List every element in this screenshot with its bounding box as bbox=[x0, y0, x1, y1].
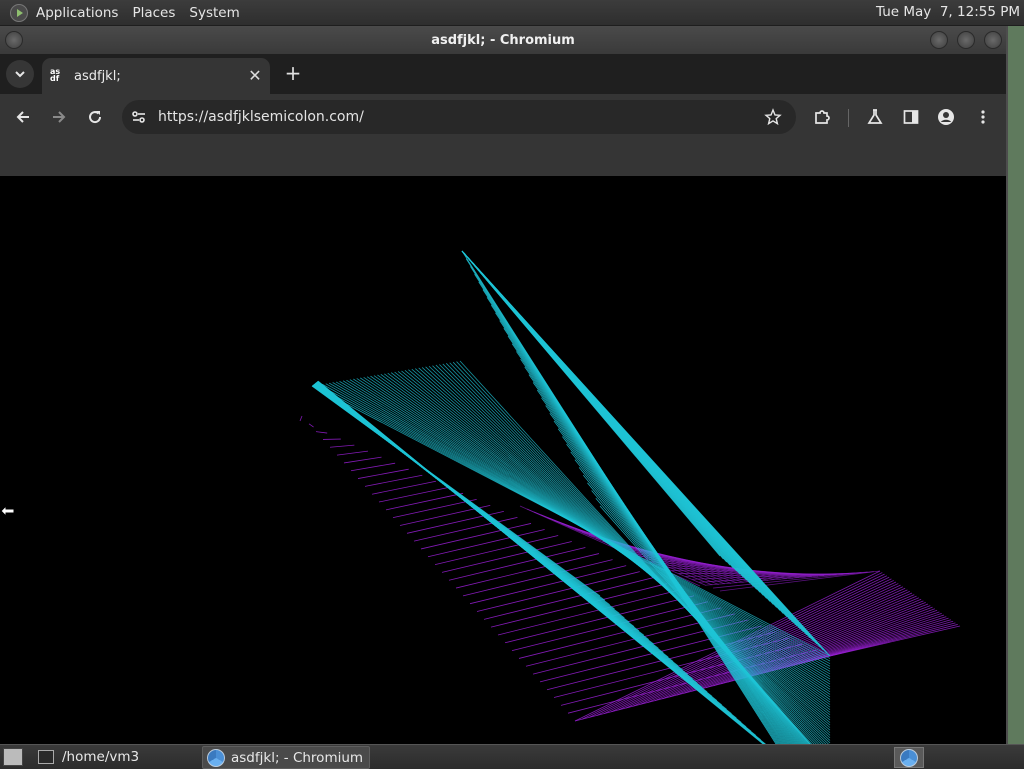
tab-active[interactable]: asdf asdfjkl; ✕ bbox=[42, 58, 270, 94]
chevron-down-icon bbox=[14, 68, 26, 80]
browser-menu-button[interactable] bbox=[971, 105, 995, 129]
tab-close-icon[interactable]: ✕ bbox=[246, 67, 264, 85]
art-line bbox=[344, 457, 382, 463]
taskbar-item-label: /home/vm3 bbox=[62, 749, 139, 765]
minimize-button[interactable] bbox=[930, 31, 948, 49]
distro-logo-icon[interactable] bbox=[10, 4, 28, 22]
site-favicon-icon: asdf bbox=[50, 68, 66, 84]
art-line bbox=[337, 451, 368, 455]
site-settings-icon[interactable] bbox=[130, 108, 148, 126]
taskbar-item-chromium[interactable]: asdfjkl; - Chromium bbox=[202, 746, 370, 769]
line-art-graphic bbox=[0, 176, 1006, 744]
window-menu-icon[interactable] bbox=[5, 31, 23, 49]
places-menu[interactable]: Places bbox=[132, 5, 175, 21]
taskbar-item-terminal[interactable]: /home/vm3 bbox=[32, 746, 192, 767]
window-title: asdfjkl; - Chromium bbox=[431, 33, 575, 48]
profile-button[interactable] bbox=[934, 105, 958, 129]
applications-menu[interactable]: Applications bbox=[36, 5, 118, 21]
window-titlebar[interactable]: asdfjkl; - Chromium bbox=[0, 26, 1006, 54]
art-line bbox=[300, 416, 302, 421]
tab-title: asdfjkl; bbox=[74, 69, 121, 84]
labs-button[interactable] bbox=[863, 105, 887, 129]
art-line bbox=[386, 493, 463, 510]
art-line bbox=[415, 369, 830, 733]
more-vertical-icon bbox=[974, 108, 992, 126]
browser-toolbar: https://asdfjklsemicolon.com/ bbox=[0, 94, 1006, 140]
toolbar-separator bbox=[848, 109, 849, 127]
art-line bbox=[407, 511, 504, 533]
bookmark-star-icon[interactable] bbox=[764, 108, 782, 126]
url-text[interactable]: https://asdfjklsemicolon.com/ bbox=[158, 109, 364, 125]
terminal-icon bbox=[38, 750, 54, 764]
art-line bbox=[393, 499, 477, 517]
flask-icon bbox=[866, 108, 884, 126]
page-canvas[interactable] bbox=[0, 176, 1006, 744]
top-panel: Applications Places System Tue May 7, 12… bbox=[0, 0, 1024, 26]
art-line bbox=[470, 566, 626, 604]
arrow-left-icon bbox=[14, 108, 32, 126]
art-line bbox=[309, 424, 314, 427]
tab-search-button[interactable] bbox=[6, 60, 34, 88]
browser-window: asdfjkl; - Chromium asdf asdfjkl; ✕ + bbox=[0, 26, 1008, 744]
taskbar-item-label: asdfjkl; - Chromium bbox=[231, 750, 363, 766]
clock[interactable]: Tue May 7, 12:55 PM bbox=[876, 4, 1020, 20]
art-line bbox=[330, 445, 354, 447]
art-line bbox=[316, 432, 327, 433]
taskbar: /home/vm3 asdfjkl; - Chromium bbox=[0, 744, 1024, 769]
chromium-icon bbox=[207, 749, 225, 767]
reload-button[interactable] bbox=[83, 105, 107, 129]
art-line bbox=[358, 469, 409, 478]
bookmarks-bar bbox=[0, 140, 1006, 177]
tray-chromium-icon[interactable] bbox=[894, 747, 924, 768]
maximize-button[interactable] bbox=[957, 31, 975, 49]
side-panel-icon bbox=[902, 108, 920, 126]
system-menu[interactable]: System bbox=[189, 5, 239, 21]
reload-icon bbox=[86, 108, 104, 126]
close-window-button[interactable] bbox=[984, 31, 1002, 49]
art-line bbox=[590, 574, 885, 717]
avatar-icon bbox=[937, 108, 955, 126]
art-line bbox=[365, 475, 422, 486]
art-line bbox=[419, 368, 830, 735]
art-line bbox=[426, 367, 830, 741]
tab-strip: asdf asdfjkl; ✕ + bbox=[0, 54, 1006, 94]
art-line bbox=[351, 463, 395, 471]
arrow-right-icon bbox=[50, 108, 68, 126]
side-panel-button[interactable] bbox=[899, 105, 923, 129]
back-button[interactable] bbox=[11, 105, 35, 129]
forward-button[interactable] bbox=[47, 105, 71, 129]
art-line bbox=[379, 487, 449, 502]
chromium-icon bbox=[900, 749, 918, 767]
art-line bbox=[429, 366, 830, 743]
new-tab-button[interactable]: + bbox=[282, 62, 304, 84]
art-line bbox=[422, 367, 830, 737]
resize-cursor-icon bbox=[0, 504, 16, 518]
puzzle-icon bbox=[813, 108, 831, 126]
extensions-button[interactable] bbox=[810, 105, 834, 129]
address-bar[interactable]: https://asdfjklsemicolon.com/ bbox=[122, 100, 796, 134]
show-desktop-icon[interactable] bbox=[3, 748, 23, 766]
